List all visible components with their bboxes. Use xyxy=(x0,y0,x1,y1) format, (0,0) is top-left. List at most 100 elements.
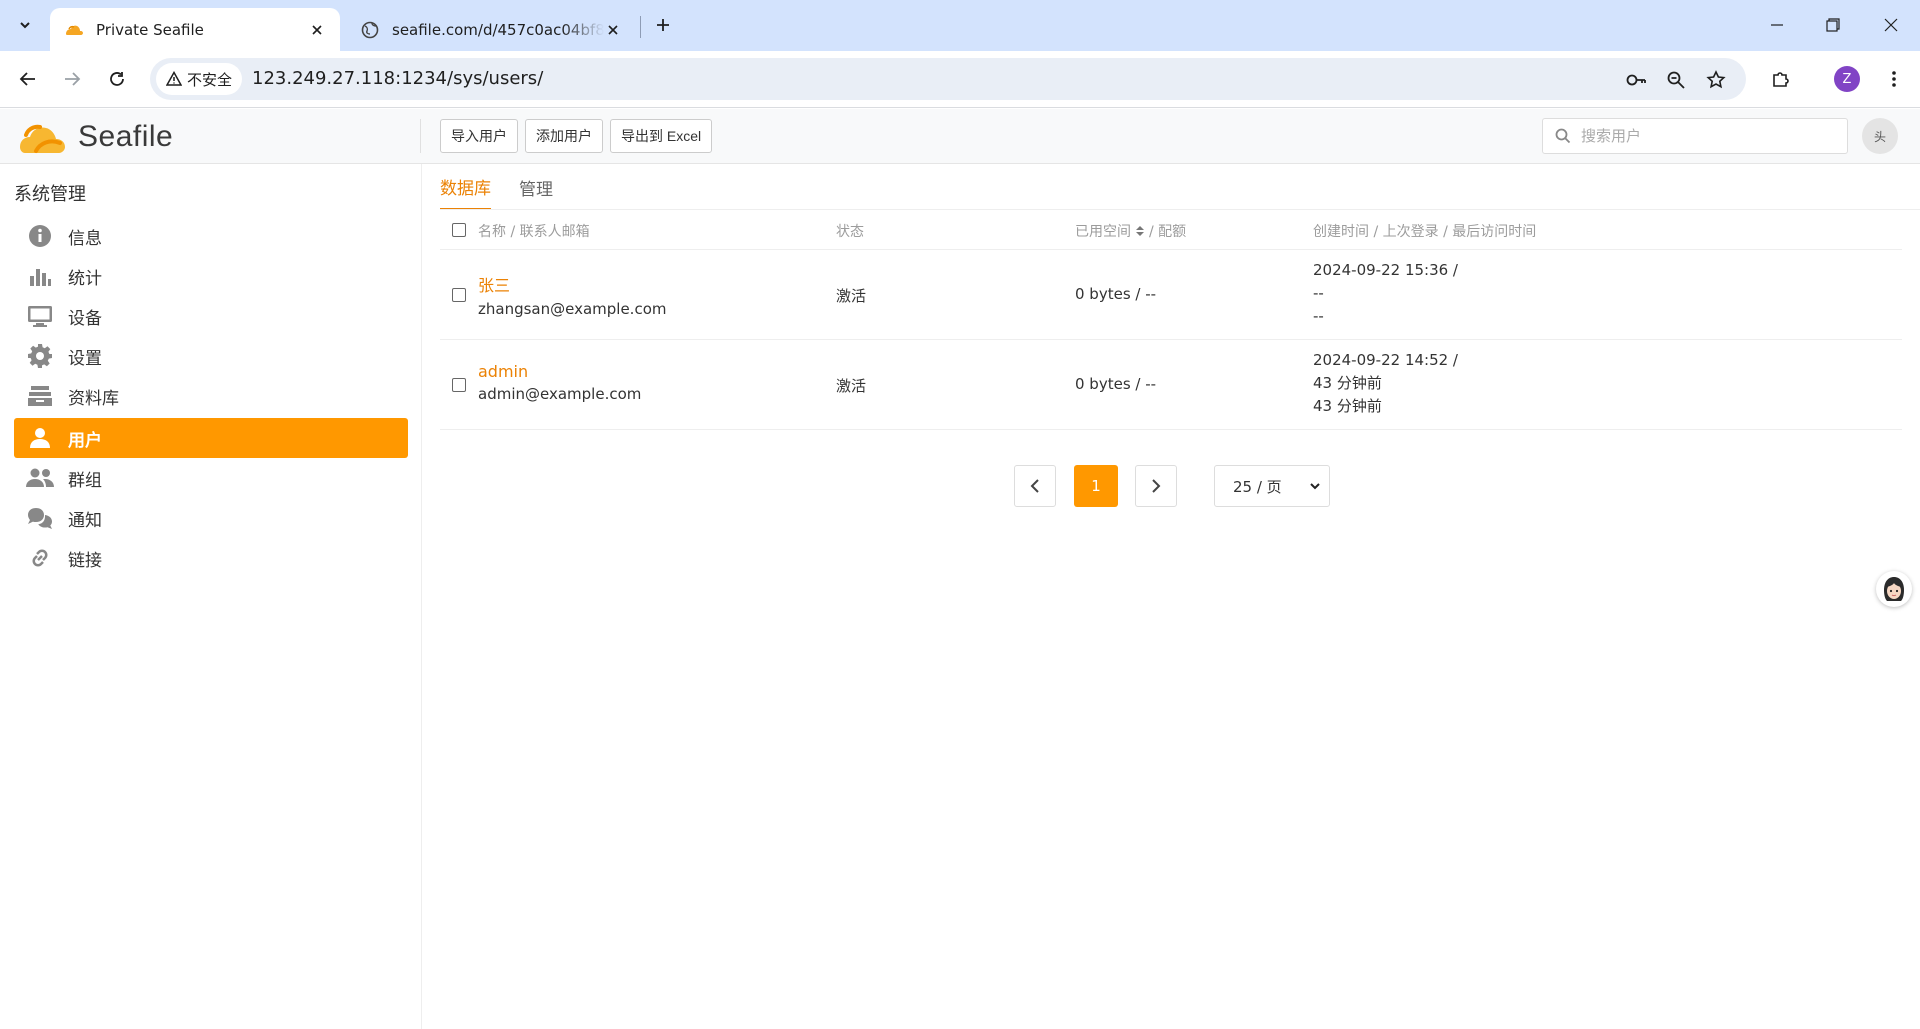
next-page-button[interactable] xyxy=(1135,465,1177,507)
user-space: 0 bytes / -- xyxy=(1075,285,1157,303)
assistant-avatar-button[interactable] xyxy=(1876,571,1912,607)
col-header-name: 名称 / 联系人邮箱 xyxy=(478,224,590,240)
globe-icon xyxy=(361,21,379,38)
back-button[interactable] xyxy=(14,65,42,93)
user-status[interactable]: 激活 xyxy=(836,285,866,306)
new-tab-button[interactable] xyxy=(650,12,676,38)
tab-database[interactable]: 数据库 xyxy=(440,164,491,210)
password-key-icon[interactable] xyxy=(1624,68,1648,92)
search-users-box xyxy=(1542,118,1848,154)
chevron-left-icon xyxy=(1030,479,1039,493)
view-tabs: 数据库 管理 xyxy=(440,164,581,210)
group-icon xyxy=(26,464,54,492)
user-icon xyxy=(26,424,54,452)
current-page[interactable]: 1 xyxy=(1074,465,1118,507)
add-user-button[interactable]: 添加用户 xyxy=(525,119,603,153)
main-content: 数据库 管理 名称 / 联系人邮箱 状态 已用空间 / 配额 创建时间 / 上次… xyxy=(422,164,1920,1029)
reload-icon xyxy=(110,72,124,86)
user-email: zhangsan@example.com xyxy=(478,300,667,318)
seafile-logo[interactable]: Seafile xyxy=(16,117,173,157)
sidebar-item-links[interactable]: 链接 xyxy=(14,538,408,578)
user-email: admin@example.com xyxy=(478,385,642,403)
browser-tab-inactive[interactable]: seafile.com/d/457c0ac04bf84 xyxy=(346,8,636,51)
forward-button[interactable] xyxy=(58,65,86,93)
sidebar-item-users[interactable]: 用户 xyxy=(14,418,408,458)
browser-tab-active[interactable]: Private Seafile xyxy=(50,8,340,51)
sidebar-item-devices[interactable]: 设备 xyxy=(14,296,408,336)
select-all-checkbox[interactable] xyxy=(452,223,466,237)
sidebar-item-label: 链接 xyxy=(68,550,102,571)
tab-search-button[interactable] xyxy=(12,12,38,38)
tab-title: Private Seafile xyxy=(96,20,204,39)
sidebar-item-info[interactable]: 信息 xyxy=(14,216,408,256)
created-time: 2024-09-22 14:52 / xyxy=(1313,351,1458,369)
assistant-face-icon xyxy=(1884,577,1904,601)
sidebar-item-label: 资料库 xyxy=(68,388,119,409)
bar-chart-icon xyxy=(26,262,54,290)
sidebar-item-notifications[interactable]: 通知 xyxy=(14,498,408,538)
app-header: Seafile 导入用户 添加用户 导出到 Excel 头 xyxy=(0,109,1920,164)
browser-toolbar: 不安全 123.249.27.118:1234/sys/users/ Z xyxy=(0,51,1920,108)
col-header-time: 创建时间 / 上次登录 / 最后访问时间 xyxy=(1313,224,1537,240)
bookmark-star-icon[interactable] xyxy=(1704,68,1728,92)
gear-icon xyxy=(26,342,54,370)
sidebar-item-stats[interactable]: 统计 xyxy=(14,256,408,296)
per-page-value: 25 / 页 xyxy=(1233,477,1282,496)
more-vertical-icon xyxy=(1892,71,1896,87)
tab-admins[interactable]: 管理 xyxy=(519,164,553,210)
sort-icon[interactable] xyxy=(1135,225,1145,237)
col-header-space[interactable]: 已用空间 / 配额 xyxy=(1075,221,1186,241)
row-checkbox[interactable] xyxy=(452,378,466,392)
sidebar-item-groups[interactable]: 群组 xyxy=(14,458,408,498)
library-icon xyxy=(26,382,54,410)
sidebar-item-label: 通知 xyxy=(68,510,102,531)
close-tab-icon[interactable] xyxy=(604,21,622,39)
sidebar-item-label: 用户 xyxy=(68,430,102,451)
user-status[interactable]: 激活 xyxy=(836,375,866,396)
per-page-select[interactable]: 25 / 页 xyxy=(1214,465,1330,507)
last-access-time: -- xyxy=(1313,307,1324,325)
sidebar-item-settings[interactable]: 设置 xyxy=(14,336,408,376)
user-cell: admin admin@example.com xyxy=(478,362,641,403)
close-tab-icon[interactable] xyxy=(308,21,326,39)
export-excel-button[interactable]: 导出到 Excel xyxy=(610,119,713,153)
row-checkbox[interactable] xyxy=(452,288,466,302)
user-name-link[interactable]: 张三 xyxy=(478,272,666,296)
profile-avatar[interactable]: Z xyxy=(1834,66,1860,92)
arrow-left-icon xyxy=(19,72,35,86)
user-cell: 张三 zhangsan@example.com xyxy=(478,272,666,318)
security-chip[interactable]: 不安全 xyxy=(156,63,243,95)
tab-separator xyxy=(640,16,641,38)
user-avatar[interactable]: 头 xyxy=(1862,118,1898,154)
restore-window-button[interactable] xyxy=(1818,10,1848,40)
search-users-input[interactable] xyxy=(1581,127,1821,145)
prev-page-button[interactable] xyxy=(1014,465,1056,507)
seafile-logo-icon xyxy=(20,124,65,153)
extensions-button[interactable] xyxy=(1767,65,1795,93)
puzzle-icon xyxy=(1773,72,1789,87)
last-login-time: -- xyxy=(1313,284,1324,302)
browser-menu-button[interactable] xyxy=(1880,65,1908,93)
url-text[interactable]: 123.249.27.118:1234/sys/users/ xyxy=(252,68,543,89)
last-login-time: 43 分钟前 xyxy=(1313,374,1382,392)
reload-button[interactable] xyxy=(103,65,131,93)
user-times: 2024-09-22 15:36 / -- -- xyxy=(1313,259,1458,328)
admin-sidebar: 系统管理 信息 统计 设备 设置 资料库 用户 群组 通知 链接 xyxy=(0,164,422,1029)
col-header-quota-label: / 配额 xyxy=(1149,224,1187,240)
user-name-link[interactable]: admin xyxy=(478,362,641,381)
restore-icon xyxy=(1826,18,1840,32)
chevron-down-icon xyxy=(20,22,30,29)
close-icon xyxy=(1884,18,1898,32)
arrow-right-icon xyxy=(65,72,81,86)
import-users-button[interactable]: 导入用户 xyxy=(440,119,518,153)
zoom-icon[interactable] xyxy=(1664,68,1688,92)
close-window-button[interactable] xyxy=(1876,10,1906,40)
address-bar[interactable]: 不安全 123.249.27.118:1234/sys/users/ xyxy=(150,58,1746,100)
sidebar-item-label: 统计 xyxy=(68,268,102,289)
sidebar-item-libraries[interactable]: 资料库 xyxy=(14,376,408,416)
minimize-icon xyxy=(1771,24,1783,26)
minimize-window-button[interactable] xyxy=(1762,10,1792,40)
user-times: 2024-09-22 14:52 / 43 分钟前 43 分钟前 xyxy=(1313,349,1458,418)
warning-icon xyxy=(166,71,182,86)
chevron-right-icon xyxy=(1152,479,1161,493)
